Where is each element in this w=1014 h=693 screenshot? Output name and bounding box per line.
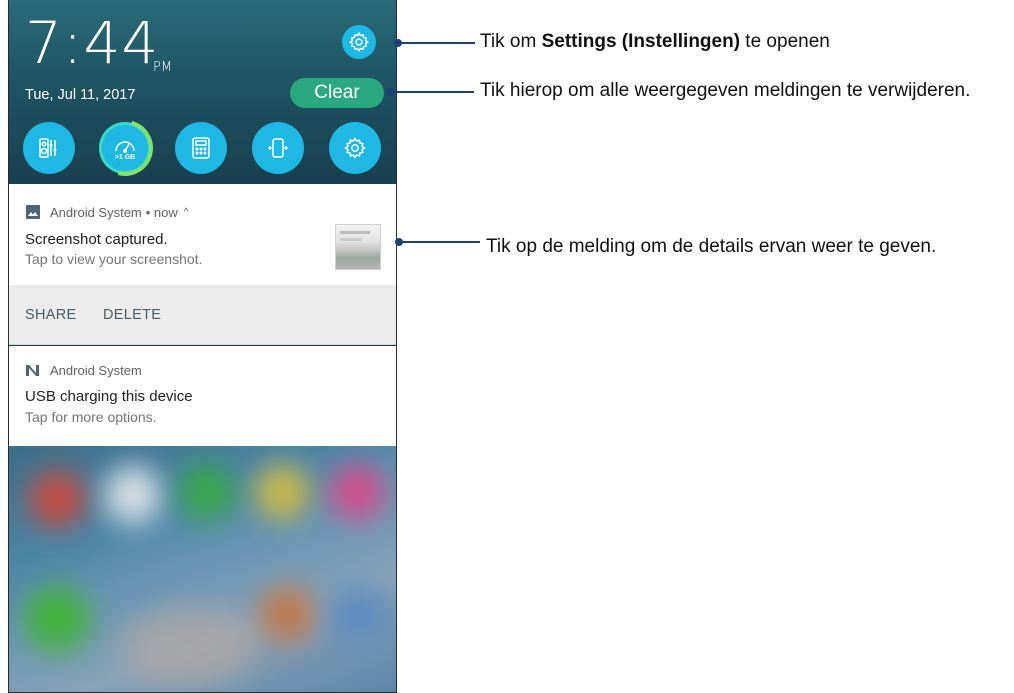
notification-app-row: Android System: [25, 362, 142, 378]
clear-all-button[interactable]: Clear: [290, 78, 384, 108]
quick-setting-boost[interactable]: >1 GB: [86, 109, 164, 187]
share-button[interactable]: SHARE: [25, 307, 76, 323]
gear-icon: [348, 31, 370, 53]
notification-title: Screenshot captured.: [25, 231, 168, 248]
callout-line-notification: [399, 241, 480, 243]
callout-settings-bold: Settings (Instellingen): [541, 31, 741, 52]
calculator-icon: [192, 137, 210, 159]
notification-title: USB charging this device: [25, 388, 193, 405]
notification-time: • now: [145, 204, 178, 220]
audio-wizard-icon: [39, 138, 57, 158]
image-icon: [25, 204, 41, 220]
notification-shade-header: 7:44 PM Tue, Jul 11, 2017 Clear >1 GB: [9, 0, 396, 187]
notification-app-name: Android System: [50, 204, 142, 220]
delete-button[interactable]: DELETE: [103, 307, 161, 323]
notification-body: Tap to view your screenshot.: [25, 251, 203, 267]
settings-button[interactable]: [342, 25, 376, 59]
quick-setting-calculator[interactable]: [175, 122, 227, 174]
quick-setting-auto-rotate[interactable]: [252, 122, 304, 174]
quick-setting-settings[interactable]: [329, 122, 381, 174]
callout-line-settings: [398, 42, 475, 44]
notification-app-row: Android System • now ^: [25, 204, 188, 220]
android-n-icon: [25, 362, 41, 378]
date: Tue, Jul 11, 2017: [25, 87, 136, 103]
phone-screen: 7:44 PM Tue, Jul 11, 2017 Clear >1 GB An…: [8, 0, 397, 693]
screenshot-thumbnail: [335, 224, 381, 270]
boost-ring: [86, 109, 164, 187]
clock-ampm: PM: [153, 60, 173, 75]
clock: 7:44 PM: [25, 9, 172, 77]
callout-line-clear: [390, 91, 474, 93]
blurred-home-screen: [9, 446, 396, 692]
auto-rotate-icon: [267, 138, 289, 158]
callout-settings-post: te openen: [740, 31, 830, 52]
settings-icon: [344, 137, 366, 159]
callout-settings: Tik om Settings (Instellingen) te openen: [480, 31, 830, 53]
notification-usb[interactable]: Android System USB charging this device …: [9, 346, 396, 446]
notification-app-name: Android System: [50, 362, 142, 378]
callout-clear: Tik hierop om alle weergegeven meldingen…: [480, 80, 971, 101]
quick-setting-audio-wizard[interactable]: [23, 122, 75, 174]
callout-notification: Tik op de melding om de details ervan we…: [486, 236, 937, 257]
quick-settings-row: >1 GB: [9, 109, 396, 187]
callout-settings-pre: Tik om: [480, 31, 542, 52]
clock-time: 7:44: [25, 9, 160, 77]
notification-body: Tap for more options.: [25, 409, 157, 425]
chevron-up-icon[interactable]: ^: [184, 207, 189, 218]
